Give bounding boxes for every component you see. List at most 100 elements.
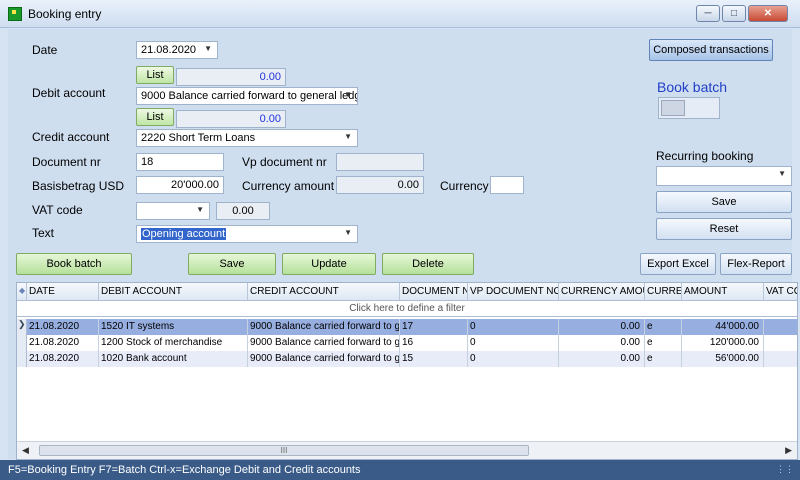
debit-account-select[interactable]: 9000 Balance carried forward to general …: [136, 87, 358, 105]
update-button[interactable]: Update: [282, 253, 376, 275]
row-header-icon: ◆: [17, 283, 27, 301]
cell-date: 21.08.2020: [27, 351, 99, 367]
date-label: Date: [32, 43, 58, 57]
cell-vat-code: [764, 351, 797, 367]
cell-credit-account: 9000 Balance carried forward to general …: [248, 351, 400, 367]
table-row[interactable]: 21.08.2020 1200 Stock of merchandise 900…: [17, 335, 797, 351]
col-vat-code[interactable]: VAT CODE: [764, 283, 797, 301]
cell-currency-amount: 0.00: [559, 335, 645, 351]
resize-grip-icon[interactable]: ⋮⋮: [776, 464, 794, 475]
table-row[interactable]: ❯ 21.08.2020 1520 IT systems 9000 Balanc…: [17, 319, 797, 335]
scroll-right-icon[interactable]: ▶: [785, 445, 792, 456]
currency-label: Currency: [440, 179, 489, 193]
date-field[interactable]: 21.08.2020 ▼: [136, 41, 218, 59]
filter-row[interactable]: Click here to define a filter: [17, 301, 797, 317]
basis-amount-input[interactable]: 20'000.00: [136, 176, 224, 194]
credit-list-button[interactable]: List: [136, 108, 174, 126]
text-label: Text: [32, 226, 55, 240]
status-bar: F5=Booking Entry F7=Batch Ctrl-x=Exchang…: [0, 460, 800, 480]
book-batch-title: Book batch: [657, 79, 728, 95]
cell-vp-document-no: 0: [468, 335, 559, 351]
col-debit-account[interactable]: DEBIT ACCOUNT: [99, 283, 248, 301]
title-bar: Booking entry ─ □ ✕: [0, 0, 800, 28]
debit-label: Debit account: [32, 86, 106, 100]
recurring-select[interactable]: ▼: [656, 166, 792, 186]
book-batch-toggle[interactable]: [658, 97, 720, 119]
cell-vat-code: [764, 319, 797, 335]
vat-code-select[interactable]: ▼: [136, 202, 210, 220]
col-amount[interactable]: AMOUNT: [682, 283, 764, 301]
cell-amount: 44'000.00: [682, 319, 764, 335]
cell-currency: e: [645, 319, 682, 335]
credit-label: Credit account: [32, 130, 110, 144]
recurring-save-button[interactable]: Save: [656, 191, 792, 213]
cell-credit-account: 9000 Balance carried forward to general …: [248, 319, 400, 335]
currency-input[interactable]: [490, 176, 524, 194]
cell-document-nr: 15: [400, 351, 468, 367]
toggle-knob: [661, 100, 685, 116]
debit-account-value: 9000 Balance carried forward to general …: [141, 90, 358, 102]
minimize-icon[interactable]: ─: [696, 5, 720, 22]
cell-document-nr: 17: [400, 319, 468, 335]
col-vp-document-no[interactable]: VP DOCUMENT NO: [468, 283, 559, 301]
credit-account-value: 2220 Short Term Loans: [141, 132, 256, 144]
cell-currency: e: [645, 351, 682, 367]
cell-credit-account: 9000 Balance carried forward to general …: [248, 335, 400, 351]
cell-debit-account: 1200 Stock of merchandise: [99, 335, 248, 351]
filter-hint: Click here to define a filter: [349, 303, 465, 314]
vat-label: VAT code: [32, 203, 83, 217]
debit-list-button[interactable]: List: [136, 66, 174, 84]
text-value: Opening account: [141, 228, 227, 240]
scroll-grip: III: [280, 446, 288, 455]
table-row[interactable]: 21.08.2020 1020 Bank account 9000 Balanc…: [17, 351, 797, 367]
cell-amount: 120'000.00: [682, 335, 764, 351]
app-icon: [8, 7, 22, 21]
close-icon[interactable]: ✕: [748, 5, 788, 22]
chevron-down-icon: ▼: [344, 228, 352, 237]
vpdoc-label: Vp document nr: [242, 155, 327, 169]
credit-amount-field: 0.00: [176, 110, 286, 128]
window-title: Booking entry: [28, 7, 102, 21]
currency-amount-label: Currency amount: [242, 179, 335, 193]
flex-report-button[interactable]: Flex-Report: [720, 253, 792, 275]
cell-date: 21.08.2020: [27, 335, 99, 351]
horizontal-scrollbar[interactable]: ◀ III ▶: [17, 441, 797, 459]
docnr-input[interactable]: 18: [136, 153, 224, 171]
col-document-nr[interactable]: DOCUMENT NR: [400, 283, 468, 301]
export-excel-button[interactable]: Export Excel: [640, 253, 716, 275]
col-date[interactable]: DATE: [27, 283, 99, 301]
window-controls: ─ □ ✕: [696, 5, 788, 22]
maximize-icon[interactable]: □: [722, 5, 746, 22]
chevron-down-icon: ▼: [344, 132, 352, 141]
vpdoc-input[interactable]: [336, 153, 424, 171]
grid-header: ◆ DATE DEBIT ACCOUNT CREDIT ACCOUNT DOCU…: [17, 283, 797, 301]
docnr-label: Document nr: [32, 155, 101, 169]
cell-currency-amount: 0.00: [559, 319, 645, 335]
cell-debit-account: 1020 Bank account: [99, 351, 248, 367]
currency-amount-input[interactable]: 0.00: [336, 176, 424, 194]
save-button[interactable]: Save: [188, 253, 276, 275]
text-select[interactable]: Opening account ▼: [136, 225, 358, 243]
composed-transactions-button[interactable]: Composed transactions: [649, 39, 773, 61]
scroll-left-icon[interactable]: ◀: [22, 445, 29, 456]
recurring-reset-button[interactable]: Reset: [656, 218, 792, 240]
book-batch-button[interactable]: Book batch: [16, 253, 132, 275]
chevron-down-icon: ▼: [344, 90, 352, 99]
delete-button[interactable]: Delete: [382, 253, 474, 275]
cell-currency: e: [645, 335, 682, 351]
chevron-down-icon: ▼: [204, 44, 212, 53]
chevron-down-icon: ▼: [196, 205, 204, 214]
scroll-thumb[interactable]: III: [39, 445, 529, 456]
col-currency-amount[interactable]: CURRENCY AMOUNT: [559, 283, 645, 301]
bookings-grid[interactable]: ◆ DATE DEBIT ACCOUNT CREDIT ACCOUNT DOCU…: [16, 282, 798, 460]
cell-currency-amount: 0.00: [559, 351, 645, 367]
col-currency[interactable]: CURRENCY: [645, 283, 682, 301]
col-credit-account[interactable]: CREDIT ACCOUNT: [248, 283, 400, 301]
cell-amount: 56'000.00: [682, 351, 764, 367]
credit-account-select[interactable]: 2220 Short Term Loans ▼: [136, 129, 358, 147]
cell-vp-document-no: 0: [468, 351, 559, 367]
recurring-label: Recurring booking: [656, 149, 754, 163]
row-selected-icon: ❯: [17, 319, 27, 335]
debit-amount-field: 0.00: [176, 68, 286, 86]
chevron-down-icon: ▼: [778, 169, 786, 178]
